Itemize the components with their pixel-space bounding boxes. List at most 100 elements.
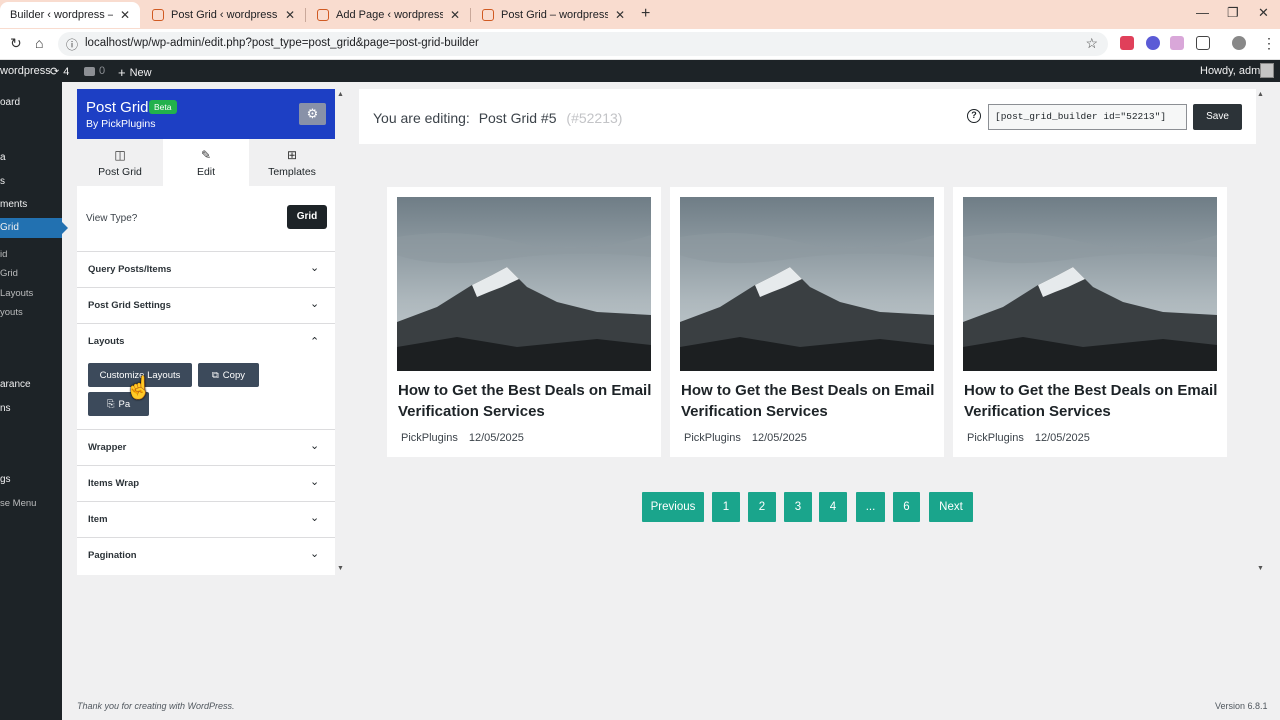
post-thumbnail-image[interactable] xyxy=(397,197,651,371)
pagination-next-button[interactable]: Next xyxy=(929,492,973,522)
restore-icon[interactable]: ❐ xyxy=(1227,5,1239,21)
browser-tab-builder[interactable]: Builder ‹ wordpress — WordPress ✕ xyxy=(0,2,140,28)
extension-color-icon[interactable] xyxy=(1146,36,1160,50)
post-author[interactable]: PickPlugins xyxy=(967,432,1024,444)
home-icon[interactable]: ⌂ xyxy=(35,35,43,51)
accordion-post-grid-settings[interactable]: Post Grid Settings ⌄ xyxy=(77,287,335,323)
post-thumbnail-image[interactable] xyxy=(680,197,934,371)
admin-bar-site-name[interactable]: wordpress xyxy=(0,65,51,77)
panel-scroll-down-arrow[interactable]: ▼ xyxy=(337,565,344,572)
minimize-icon[interactable]: — xyxy=(1196,5,1209,20)
collapse-menu[interactable]: se Menu xyxy=(0,498,36,509)
profile-avatar-icon[interactable] xyxy=(1232,36,1246,50)
bookmark-star-icon[interactable]: ☆ xyxy=(1085,35,1098,52)
post-card[interactable]: How to Get the Best Deals on Email Verif… xyxy=(387,187,661,457)
extension-link-icon[interactable] xyxy=(1170,36,1184,50)
beta-badge: Beta xyxy=(149,100,177,114)
comment-icon xyxy=(84,66,95,76)
pencil-icon: ✎ xyxy=(200,147,212,162)
post-meta: PickPlugins 12/05/2025 xyxy=(401,432,524,444)
menu-appearance[interactable]: arance xyxy=(0,379,31,390)
menu-settings[interactable]: gs xyxy=(0,474,11,485)
accordion-label: Layouts xyxy=(88,336,125,347)
accordion-label: Wrapper xyxy=(88,442,127,453)
address-bar[interactable]: ⓘ localhost/wp/wp-admin/edit.php?post_ty… xyxy=(58,32,1108,56)
pagination-previous-button[interactable]: Previous xyxy=(642,492,704,522)
post-title[interactable]: How to Get the Best Deals on Email Verif… xyxy=(681,380,935,422)
close-icon[interactable]: ✕ xyxy=(615,8,625,22)
browser-tab-post-grid[interactable]: Post Grid ‹ wordpress — WordPress ✕ xyxy=(142,2,306,28)
accordion-layouts[interactable]: Layouts ⌃ Customize Layouts ⧉ Copy ⎘ Pa xyxy=(77,323,335,429)
menu-media[interactable]: a xyxy=(0,152,6,163)
tab-templates[interactable]: ⊞ Templates xyxy=(249,139,335,186)
panel-scroll-up-arrow[interactable]: ▲ xyxy=(337,91,344,98)
accordion-label: Post Grid Settings xyxy=(88,300,171,311)
browser-tab-add-page[interactable]: Add Page ‹ wordpress — WordPress ✕ xyxy=(307,2,471,28)
close-icon[interactable]: ✕ xyxy=(450,8,460,22)
panel-subtitle: By PickPlugins xyxy=(86,118,156,130)
menu-plugins[interactable]: ns xyxy=(0,403,11,414)
post-card[interactable]: How to Get the Best Deals on Email Verif… xyxy=(670,187,944,457)
tab-separator xyxy=(470,8,471,22)
pagination-page-3[interactable]: 3 xyxy=(784,492,812,522)
preview-scroll-up-arrow[interactable]: ▲ xyxy=(1257,91,1264,98)
url-text[interactable]: localhost/wp/wp-admin/edit.php?post_type… xyxy=(85,37,479,49)
extensions-puzzle-icon[interactable] xyxy=(1196,36,1210,50)
grid-id: (#52213) xyxy=(566,110,623,126)
menu-comments[interactable]: ments xyxy=(0,199,27,210)
accordion-item[interactable]: Item ⌄ xyxy=(77,501,335,537)
tab-title: Builder ‹ wordpress — WordPress xyxy=(10,9,113,21)
accordion-items-wrap[interactable]: Items Wrap ⌄ xyxy=(77,465,335,501)
post-author[interactable]: PickPlugins xyxy=(684,432,741,444)
browser-tab-post-grid-front[interactable]: Post Grid – wordpress ✕ xyxy=(472,2,635,28)
chevron-down-icon: ⌄ xyxy=(310,262,320,274)
grid-name: Post Grid #5 xyxy=(478,110,557,126)
post-author[interactable]: PickPlugins xyxy=(401,432,458,444)
close-icon[interactable]: ✕ xyxy=(120,8,130,22)
pagination-page-6[interactable]: 6 xyxy=(893,492,920,522)
pagination-page-2[interactable]: 2 xyxy=(748,492,776,522)
site-info-icon[interactable]: ⓘ xyxy=(66,36,78,53)
reload-icon[interactable]: ↻ xyxy=(10,35,22,52)
accordion-query-posts[interactable]: Query Posts/Items ⌄ xyxy=(77,251,335,287)
pagination-page-4[interactable]: 4 xyxy=(819,492,847,522)
submenu-item[interactable]: youts xyxy=(0,307,23,318)
browser-menu-icon[interactable]: ⋮ xyxy=(1262,35,1276,52)
pagination-page-1[interactable]: 1 xyxy=(712,492,740,522)
post-title[interactable]: How to Get the Best Deals on Email Verif… xyxy=(398,380,652,422)
gear-icon[interactable]: ⚙ xyxy=(299,103,326,125)
tab-post-grid[interactable]: ◫ Post Grid xyxy=(77,139,163,186)
close-icon[interactable]: ✕ xyxy=(285,8,295,22)
window-close-icon[interactable]: ✕ xyxy=(1258,5,1269,21)
submenu-item[interactable]: id xyxy=(0,249,7,260)
save-button[interactable]: Save xyxy=(1193,104,1242,130)
view-type-grid-button[interactable]: Grid xyxy=(287,205,327,229)
accordion-pagination[interactable]: Pagination ⌄ xyxy=(77,537,335,573)
chevron-down-icon: ⌄ xyxy=(310,512,320,524)
admin-bar-updates[interactable]: ⟳ 4 xyxy=(50,65,69,79)
post-thumbnail-image[interactable] xyxy=(963,197,1217,371)
copy-button[interactable]: ⧉ Copy xyxy=(198,363,259,387)
tab-edit[interactable]: ✎ Edit xyxy=(163,139,249,186)
post-title[interactable]: How to Get the Best Deals on Email Verif… xyxy=(964,380,1218,422)
menu-dashboard[interactable]: oard xyxy=(0,97,20,108)
chevron-down-icon: ⌄ xyxy=(310,440,320,452)
preview-scroll-down-arrow[interactable]: ▼ xyxy=(1257,565,1264,572)
post-card[interactable]: How to Get the Best Deals on Email Verif… xyxy=(953,187,1227,457)
admin-bar-comments[interactable]: 0 xyxy=(84,65,105,77)
menu-post-grid[interactable]: Grid xyxy=(0,218,68,238)
submenu-item[interactable]: Grid xyxy=(0,268,18,279)
admin-bar-howdy[interactable]: Howdy, admin xyxy=(1200,65,1269,77)
avatar[interactable] xyxy=(1260,63,1274,78)
shortcode-field[interactable]: [post_grid_builder id="52213"] xyxy=(988,104,1187,130)
accordion-wrapper[interactable]: Wrapper ⌄ xyxy=(77,429,335,465)
tab-title: Post Grid – wordpress xyxy=(501,9,608,21)
extension-megaphone-icon[interactable] xyxy=(1120,36,1134,50)
submenu-item[interactable]: Layouts xyxy=(0,288,33,299)
admin-bar-new[interactable]: + New xyxy=(118,65,152,80)
new-tab-button[interactable]: + xyxy=(641,5,650,23)
editor-header: You are editing: Post Grid #5 (#52213) ?… xyxy=(359,89,1256,144)
wp-admin-sidebar: oard a s ments Grid id Grid Layouts yout… xyxy=(0,82,68,720)
help-icon[interactable]: ? xyxy=(967,109,981,123)
menu-pages[interactable]: s xyxy=(0,176,5,187)
